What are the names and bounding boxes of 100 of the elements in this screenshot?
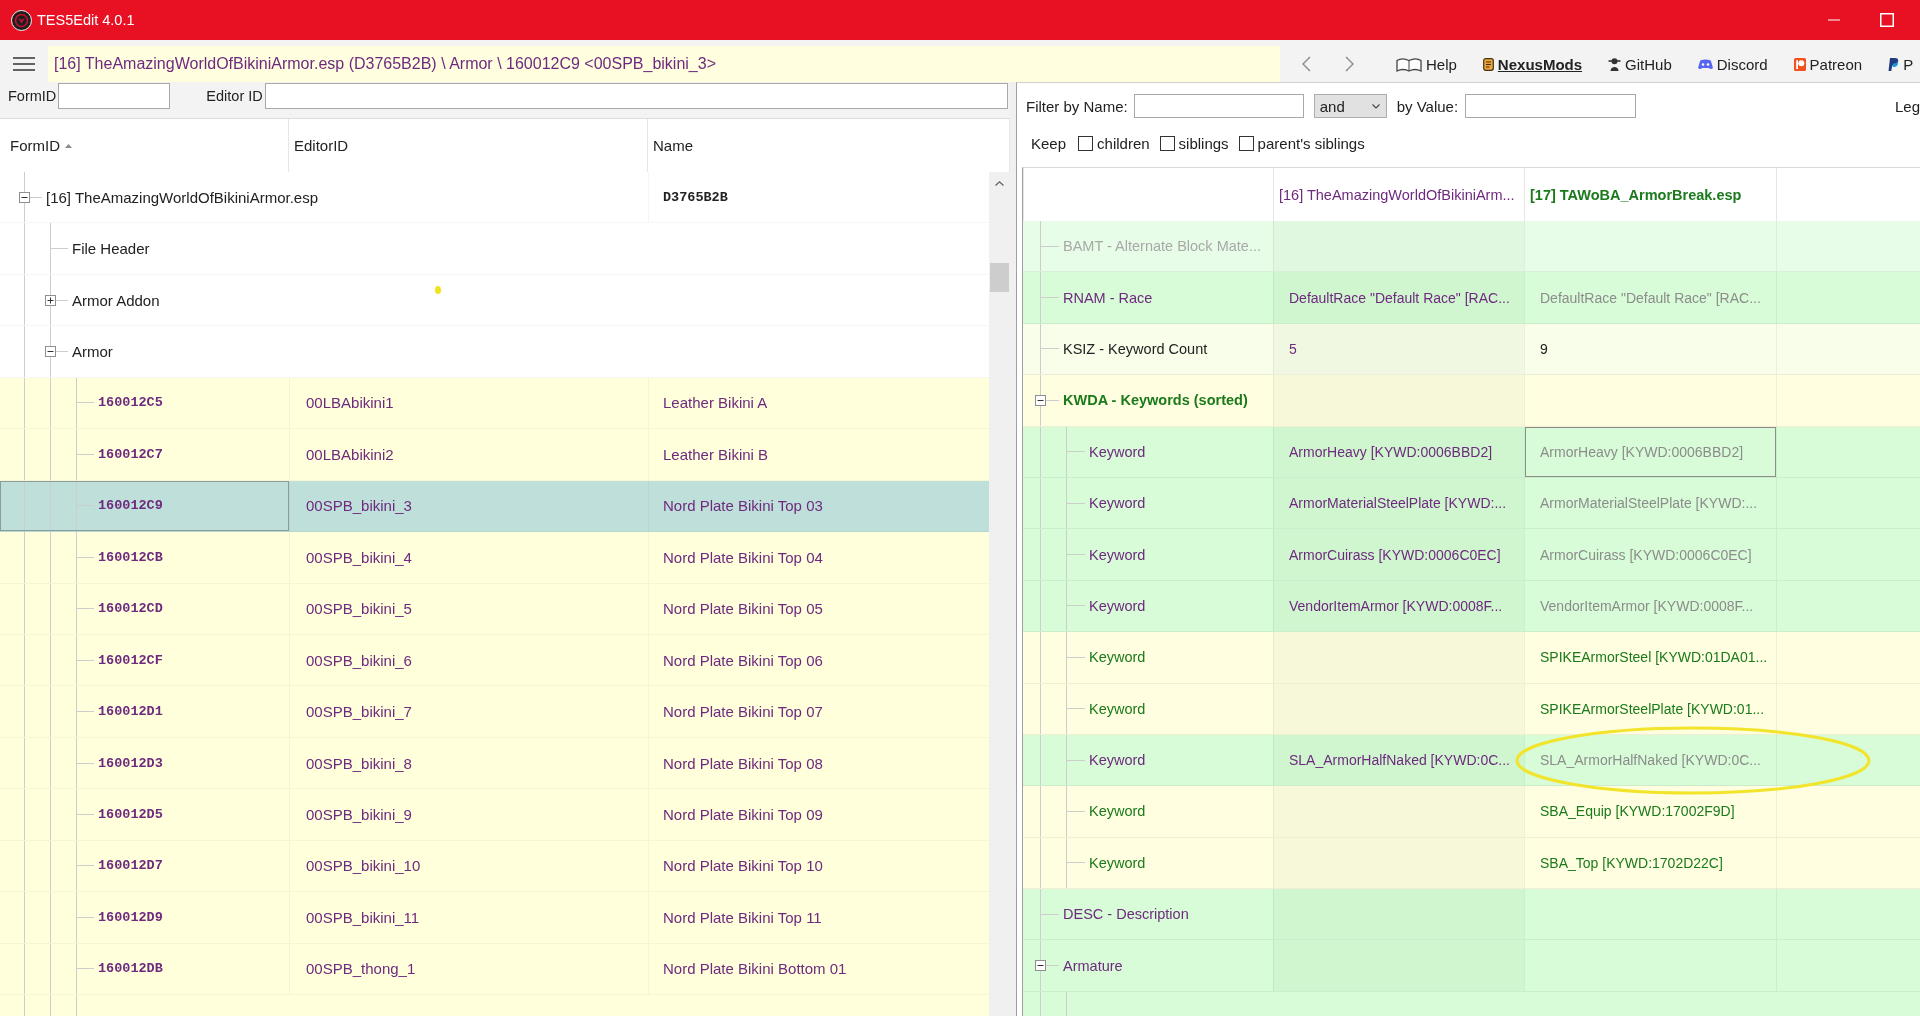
editorid-label: Editor ID bbox=[206, 87, 263, 106]
record-row[interactable]: 160012CD 00SPB_bikini_5 Nord Plate Bikini Top 05 bbox=[0, 583, 989, 635]
collapse-icon[interactable] bbox=[1035, 960, 1046, 972]
value-cell[interactable]: SBA_Equip [KYWD:17002F9D] bbox=[1524, 786, 1776, 837]
form-id: 160012CB bbox=[98, 549, 163, 565]
value-cell[interactable]: SPIKEArmorSteel [KYWD:01DA01... bbox=[1524, 632, 1776, 683]
tree-row[interactable]: File Header bbox=[0, 223, 989, 275]
record-row[interactable]: 160012D5 00SPB_bikini_9 Nord Plate Bikini Top 09 bbox=[0, 789, 989, 841]
emblem-icon bbox=[1482, 57, 1494, 71]
record-row[interactable]: 160012CF 00SPB_bikini_6 Nord Plate Bikini Top 06 bbox=[0, 634, 989, 687]
book-icon bbox=[1396, 56, 1422, 72]
editor-id-cell: 00SPB_bikini_10 bbox=[289, 840, 648, 892]
field-label: KWDA - Keywords (sorted) bbox=[1063, 392, 1248, 409]
window-title: TES5Edit 4.0.1 bbox=[37, 12, 135, 28]
tree-row[interactable]: [16] TheAmazingWorldOfBikiniArmor.esp D3765B2B bbox=[0, 172, 989, 224]
formid-field[interactable] bbox=[58, 83, 171, 109]
link-button[interactable]: P bbox=[1888, 49, 1914, 79]
record-row[interactable]: Keyword SPIKEArmorSteel [KYWD:01DA01... bbox=[1023, 632, 1920, 684]
value-cell[interactable]: 5 bbox=[1273, 323, 1524, 375]
record-row[interactable]: Keyword SLA_ArmorHalfNaked [KYWD:0C... SLA_ArmorHalfNaked [KYWD:0C... bbox=[1023, 734, 1920, 787]
collapse-icon[interactable] bbox=[45, 346, 56, 358]
menu-icon bbox=[13, 57, 35, 71]
link-button[interactable]: Discord bbox=[1697, 49, 1768, 79]
filter-value-label: by Value: bbox=[1396, 97, 1459, 115]
value-cell[interactable]: ArmorHeavy [KYWD:0006BBD2] bbox=[1273, 426, 1524, 477]
collapse-icon[interactable] bbox=[19, 191, 30, 203]
checkbox[interactable] bbox=[1078, 135, 1094, 151]
legend-link[interactable]: Leg bbox=[1894, 97, 1920, 115]
record-row[interactable]: KWDA - Keywords (sorted) bbox=[1023, 375, 1920, 427]
scroll-up-icon[interactable] bbox=[995, 180, 1004, 186]
checkbox-label[interactable]: children bbox=[1097, 134, 1150, 152]
record-row[interactable]: Keyword ArmorHeavy [KYWD:0006BBD2] ArmorHeavy [KYWD:0006BBD2] bbox=[1023, 426, 1920, 478]
path-field[interactable]: [16] TheAmazingWorldOfBikiniArmor.esp (D3765B2B) \ Armor \ 160012C9 <00SPB_bikini_3> bbox=[48, 46, 1280, 82]
value-cell[interactable]: SLA_ArmorHalfNaked [KYWD:0C... bbox=[1273, 734, 1524, 786]
expand-icon[interactable] bbox=[45, 294, 56, 306]
field-label: Keyword bbox=[1089, 597, 1146, 614]
logo-icon bbox=[1888, 57, 1900, 71]
link-button[interactable]: GitHub bbox=[1608, 49, 1672, 79]
form-id: 160012CD bbox=[98, 601, 163, 617]
link-button[interactable]: Help bbox=[1396, 49, 1457, 79]
record-row[interactable]: 160012D9 00SPB_bikini_11 Nord Plate Bikini Top 11 bbox=[0, 892, 989, 944]
value-cell[interactable]: 9 bbox=[1524, 323, 1776, 375]
tree-row[interactable]: Armor Addon bbox=[0, 274, 989, 327]
editor-id-cell: 00SPB_bikini_11 bbox=[289, 892, 648, 943]
checkbox-label[interactable]: parent's siblings bbox=[1257, 134, 1365, 152]
name-filter-field[interactable] bbox=[1133, 94, 1304, 118]
record-row[interactable]: Keyword SBA_Equip [KYWD:17002F9D] bbox=[1023, 786, 1920, 838]
record-row[interactable]: Keyword SPIKEArmorSteelPlate [KYWD:01... bbox=[1023, 683, 1920, 735]
form-id: 160012D3 bbox=[98, 755, 163, 771]
editor-id-cell: 00SPB_bikini_6 bbox=[289, 634, 648, 686]
editor-id-cell: 00SPB_bikini_3 bbox=[289, 480, 648, 532]
field-label: Keyword bbox=[1089, 495, 1146, 512]
field-label: RNAM - Race bbox=[1063, 289, 1153, 306]
record-row[interactable]: Keyword VendorItemArmor [KYWD:0008F... VendorItemArmor [KYWD:0008F... bbox=[1023, 580, 1920, 633]
operator-dropdown[interactable]: and bbox=[1313, 94, 1387, 118]
record-row[interactable]: 160012C7 00LBAbikini2 Leather Bikini B bbox=[0, 429, 989, 481]
value-cell[interactable]: ArmorCuirass [KYWD:0006C0EC] bbox=[1273, 529, 1524, 580]
field-label: Keyword bbox=[1089, 443, 1146, 460]
record-row[interactable]: Keyword SBA_Top [KYWD:1702D22C] bbox=[1023, 837, 1920, 890]
record-row[interactable]: Armature bbox=[1023, 940, 1920, 992]
record-row[interactable]: 160012D7 00SPB_bikini_10 Nord Plate Bikini Top 10 bbox=[0, 840, 989, 893]
editorid-field[interactable] bbox=[264, 83, 1008, 109]
record-row[interactable]: 160012D1 00SPB_bikini_7 Nord Plate Bikini Top 07 bbox=[0, 686, 989, 738]
editor-id-cell: 00SPB_bikini_4 bbox=[289, 532, 648, 583]
record-row[interactable]: 160012CB 00SPB_bikini_4 Nord Plate Bikini Top 04 bbox=[0, 532, 989, 584]
link-button[interactable]: Patreon bbox=[1793, 49, 1863, 79]
record-row[interactable]: RNAM - Race DefaultRace "Default Race" [RAC... DefaultRace "Default Race" [RAC... bbox=[1023, 272, 1920, 324]
value-cell[interactable]: DefaultRace "Default Race" [RAC... bbox=[1273, 272, 1524, 323]
record-row[interactable]: 160012D3 00SPB_bikini_8 Nord Plate Bikini Top 08 bbox=[0, 737, 989, 790]
record-row[interactable]: Keyword ArmorMaterialSteelPlate [KYWD:... ArmorMaterialSteelPlate [KYWD:... bbox=[1023, 477, 1920, 530]
sort-ascending-icon bbox=[65, 143, 72, 148]
checkbox[interactable] bbox=[1159, 135, 1175, 151]
scrollbar-thumb[interactable] bbox=[990, 263, 1009, 292]
editor-id-cell: 00SPB_bikini_8 bbox=[289, 737, 648, 789]
value-cell[interactable]: VendorItemArmor [KYWD:0008F... bbox=[1273, 580, 1524, 632]
form-id: 160012C9 bbox=[98, 498, 163, 514]
field-label: Keyword bbox=[1089, 649, 1146, 666]
filter-name-label: Filter by Name: bbox=[1026, 97, 1128, 115]
tree-row[interactable]: Armor bbox=[0, 326, 989, 378]
value-cell[interactable]: SPIKEArmorSteelPlate [KYWD:01... bbox=[1524, 683, 1776, 734]
chevron-right-icon bbox=[1345, 56, 1354, 72]
dot-icon bbox=[435, 286, 441, 294]
checkbox[interactable] bbox=[1238, 135, 1254, 151]
value-cell[interactable]: ArmorMaterialSteelPlate [KYWD:... bbox=[1273, 477, 1524, 529]
record-row[interactable]: 160012DB 00SPB_thong_1 Nord Plate Bikini Bottom 01 bbox=[0, 943, 989, 995]
link-button[interactable]: NexusMods bbox=[1482, 49, 1583, 79]
record-row[interactable]: DESC - Description bbox=[1023, 889, 1920, 941]
record-row[interactable]: 160012C5 00LBAbikini1 Leather Bikini A bbox=[0, 377, 989, 430]
record-row[interactable]: Keyword ArmorCuirass [KYWD:0006C0EC] ArmorCuirass [KYWD:0006C0EC] bbox=[1023, 529, 1920, 581]
value-filter-field[interactable] bbox=[1465, 94, 1637, 118]
record-row[interactable]: KSIZ - Keyword Count 5 9 bbox=[1023, 323, 1920, 376]
vertical-scrollbar[interactable] bbox=[989, 172, 1010, 1016]
minimize-icon bbox=[1827, 19, 1840, 21]
record-row[interactable]: 160012C9 00SPB_bikini_3 Nord Plate Bikini Top 03 bbox=[0, 480, 989, 533]
tile-icon bbox=[1793, 57, 1806, 71]
editor-id-cell: 00SPB_bikini_9 bbox=[289, 789, 648, 840]
value-cell[interactable]: SBA_Top [KYWD:1702D22C] bbox=[1524, 837, 1776, 889]
form-id: 160012CF bbox=[98, 652, 163, 668]
collapse-icon[interactable] bbox=[1035, 394, 1046, 406]
checkbox-label[interactable]: siblings bbox=[1178, 134, 1229, 152]
